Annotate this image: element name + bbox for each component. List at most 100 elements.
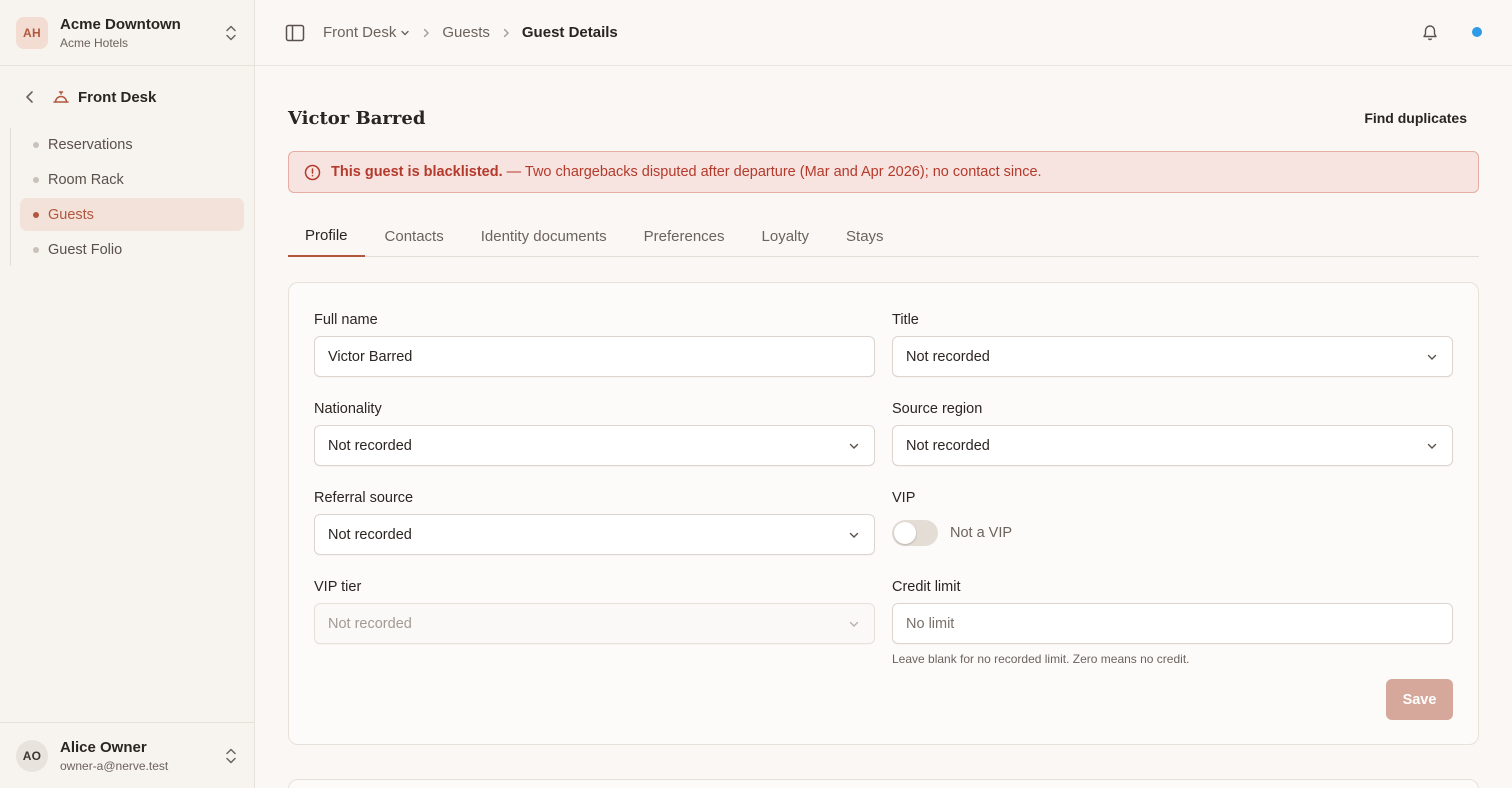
vip-tier-select-value: Not recorded (328, 615, 412, 632)
tab-preferences[interactable]: Preferences (627, 216, 742, 257)
blacklist-alert: This guest is blacklisted. — Two chargeb… (288, 151, 1479, 193)
credit-limit-hint: Leave blank for no recorded limit. Zero … (892, 652, 1190, 666)
concierge-bell-icon (53, 91, 69, 103)
referral-source-select-value: Not recorded (328, 526, 412, 543)
page-title: Victor Barred (288, 107, 426, 129)
tab-bar: Profile Contacts Identity documents Pref… (288, 216, 1479, 257)
sidebar: AH Acme Downtown Acme Hotels Front Desk … (0, 0, 255, 788)
user-name: Alice Owner (60, 738, 147, 756)
breadcrumb-root[interactable]: Front Desk (323, 24, 410, 41)
sidebar-item-guest-folio[interactable]: Guest Folio (20, 233, 244, 266)
vip-tier-label: VIP tier (314, 579, 362, 595)
chevron-up-down-icon (226, 25, 236, 40)
sidebar-item-label: Guests (48, 206, 94, 223)
bullet-icon (33, 176, 39, 183)
source-region-field-group: Source region Not recorded (892, 401, 1453, 490)
user-text: Alice Owner owner-a@nerve.test (60, 739, 224, 773)
title-select[interactable]: Not recorded (892, 336, 1453, 377)
org-switcher[interactable]: AH Acme Downtown Acme Hotels (0, 0, 254, 66)
alert-title: This guest is blacklisted. (331, 164, 503, 180)
title-field-group: Title Not recorded (892, 312, 1453, 401)
nationality-select[interactable]: Not recorded (314, 425, 875, 466)
chevron-down-icon (1427, 354, 1437, 360)
sidebar-item-label: Room Rack (48, 171, 124, 188)
chevron-right-icon (503, 28, 509, 37)
toggle-knob (894, 522, 916, 544)
vip-toggle-label: Not a VIP (950, 525, 1013, 541)
source-region-select[interactable]: Not recorded (892, 425, 1453, 466)
profile-form-card: Full name Victor Barred Title Not record… (288, 282, 1479, 745)
next-section-card (288, 779, 1479, 788)
referral-source-label: Referral source (314, 490, 414, 506)
chevron-left-icon[interactable] (22, 89, 38, 105)
vip-toggle[interactable] (892, 520, 938, 546)
vip-toggle-row: Not a VIP (892, 516, 1453, 550)
nationality-label: Nationality (314, 401, 382, 417)
full-name-label: Full name (314, 312, 378, 328)
main-content: Victor Barred Find duplicates This guest… (288, 66, 1479, 745)
breadcrumb-current: Guest Details (521, 24, 618, 41)
sidebar-item-label: Guest Folio (48, 241, 123, 258)
bullet-icon (33, 141, 39, 148)
bell-icon[interactable] (1421, 23, 1439, 41)
module-header: Front Desk (0, 66, 254, 128)
chevron-down-icon (1427, 443, 1437, 449)
full-name-field-group: Full name Victor Barred (314, 312, 875, 401)
user-menu[interactable]: AO Alice Owner owner-a@nerve.test (0, 722, 254, 788)
chevron-right-icon (424, 28, 430, 37)
top-bar: Front Desk Guests Guest Details (255, 0, 1512, 66)
status-indicator (1472, 27, 1482, 37)
source-region-label: Source region (892, 401, 983, 417)
alert-detail: — Two chargebacks disputed after departu… (506, 164, 1042, 180)
top-actions (1421, 23, 1482, 41)
bullet-icon (33, 246, 39, 253)
sidebar-item-reservations[interactable]: Reservations (20, 128, 244, 161)
title-select-value: Not recorded (906, 348, 990, 365)
find-duplicates-button[interactable]: Find duplicates (1364, 110, 1467, 126)
org-name: Acme Downtown (60, 15, 181, 33)
title-label: Title (892, 312, 919, 328)
referral-source-field-group: Referral source Not recorded (314, 490, 875, 579)
save-button[interactable]: Save (1386, 679, 1453, 720)
sidebar-nav: Reservations Room Rack Guests Guest Foli… (10, 128, 244, 266)
breadcrumb-root-label: Front Desk (323, 24, 397, 41)
breadcrumb: Front Desk Guests Guest Details (323, 24, 618, 41)
vip-tier-select: Not recorded (314, 603, 875, 644)
module-title: Front Desk (78, 88, 157, 106)
tab-loyalty[interactable]: Loyalty (745, 216, 827, 257)
chevron-down-icon (401, 30, 410, 35)
sidebar-toggle-icon[interactable] (285, 24, 305, 42)
alert-circle-icon (304, 164, 321, 180)
tab-stays[interactable]: Stays (829, 216, 901, 257)
chevron-down-icon (849, 621, 859, 627)
sidebar-item-room-rack[interactable]: Room Rack (20, 163, 244, 196)
user-avatar: AO (16, 739, 48, 772)
user-email: owner-a@nerve.test (60, 758, 169, 773)
tab-identity-documents[interactable]: Identity documents (464, 216, 624, 257)
source-region-select-value: Not recorded (906, 437, 990, 454)
chevron-down-icon (849, 532, 859, 538)
chevron-up-down-icon (226, 748, 236, 763)
bullet-icon (33, 211, 39, 218)
full-name-input[interactable]: Victor Barred (314, 336, 875, 377)
nationality-select-value: Not recorded (328, 437, 412, 454)
tab-profile[interactable]: Profile (288, 216, 365, 257)
vip-label: VIP (892, 490, 916, 506)
org-subtitle: Acme Hotels (60, 35, 129, 50)
credit-limit-label: Credit limit (892, 579, 961, 595)
org-avatar: AH (16, 16, 48, 49)
vip-tier-field-group: VIP tier Not recorded (314, 579, 875, 668)
breadcrumb-parent[interactable]: Guests (442, 24, 490, 41)
credit-limit-input[interactable]: No limit (892, 603, 1453, 644)
org-text: Acme Downtown Acme Hotels (60, 16, 224, 50)
tab-contacts[interactable]: Contacts (368, 216, 461, 257)
credit-limit-field-group: Credit limit No limit Leave blank for no… (892, 579, 1453, 668)
page-header: Victor Barred Find duplicates (288, 106, 1479, 130)
profile-form: Full name Victor Barred Title Not record… (314, 312, 1453, 668)
referral-source-select[interactable]: Not recorded (314, 514, 875, 555)
vip-field-group: VIP Not a VIP (892, 490, 1453, 579)
nationality-field-group: Nationality Not recorded (314, 401, 875, 490)
sidebar-item-guests[interactable]: Guests (20, 198, 244, 231)
sidebar-item-label: Reservations (48, 136, 133, 153)
chevron-down-icon (849, 443, 859, 449)
